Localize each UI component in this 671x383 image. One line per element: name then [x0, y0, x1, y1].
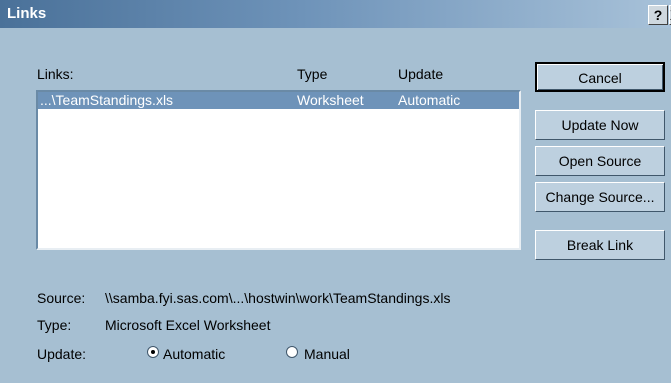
link-type: Worksheet [297, 92, 364, 108]
title-bar[interactable]: Links ? X [0, 0, 671, 28]
link-update: Automatic [398, 92, 461, 108]
link-name: ...\TeamStandings.xls [40, 92, 174, 108]
type-column-header: Type [297, 66, 328, 82]
automatic-radio-label[interactable]: Automatic [163, 346, 225, 362]
manual-radio-label[interactable]: Manual [304, 346, 350, 362]
update-column-header: Update [398, 66, 444, 82]
manual-radio[interactable] [286, 346, 298, 358]
change-source-button[interactable]: Change Source... [535, 182, 665, 212]
help-button[interactable]: ? [648, 5, 668, 25]
list-item[interactable]: ...\TeamStandings.xls Worksheet Automati… [38, 92, 519, 109]
open-source-button[interactable]: Open Source [535, 146, 665, 176]
links-listbox[interactable]: ...\TeamStandings.xls Worksheet Automati… [36, 90, 521, 250]
source-value: \\samba.fyi.sas.com\...\hostwin\work\Tea… [105, 290, 451, 306]
source-label: Source: [37, 290, 86, 306]
window-title: Links [7, 5, 47, 22]
type-label: Type: [37, 317, 72, 333]
radio-selected-dot [151, 350, 155, 354]
cancel-button[interactable]: Cancel [535, 62, 665, 92]
links-column-header: Links: [37, 66, 74, 82]
links-dialog: Links ? X Links: Type Update ...\TeamSta… [0, 0, 671, 383]
automatic-radio[interactable] [147, 346, 159, 358]
update-label: Update: [37, 346, 87, 362]
type-value: Microsoft Excel Worksheet [105, 317, 271, 333]
break-link-button[interactable]: Break Link [535, 230, 665, 260]
update-now-button[interactable]: Update Now [535, 110, 665, 140]
